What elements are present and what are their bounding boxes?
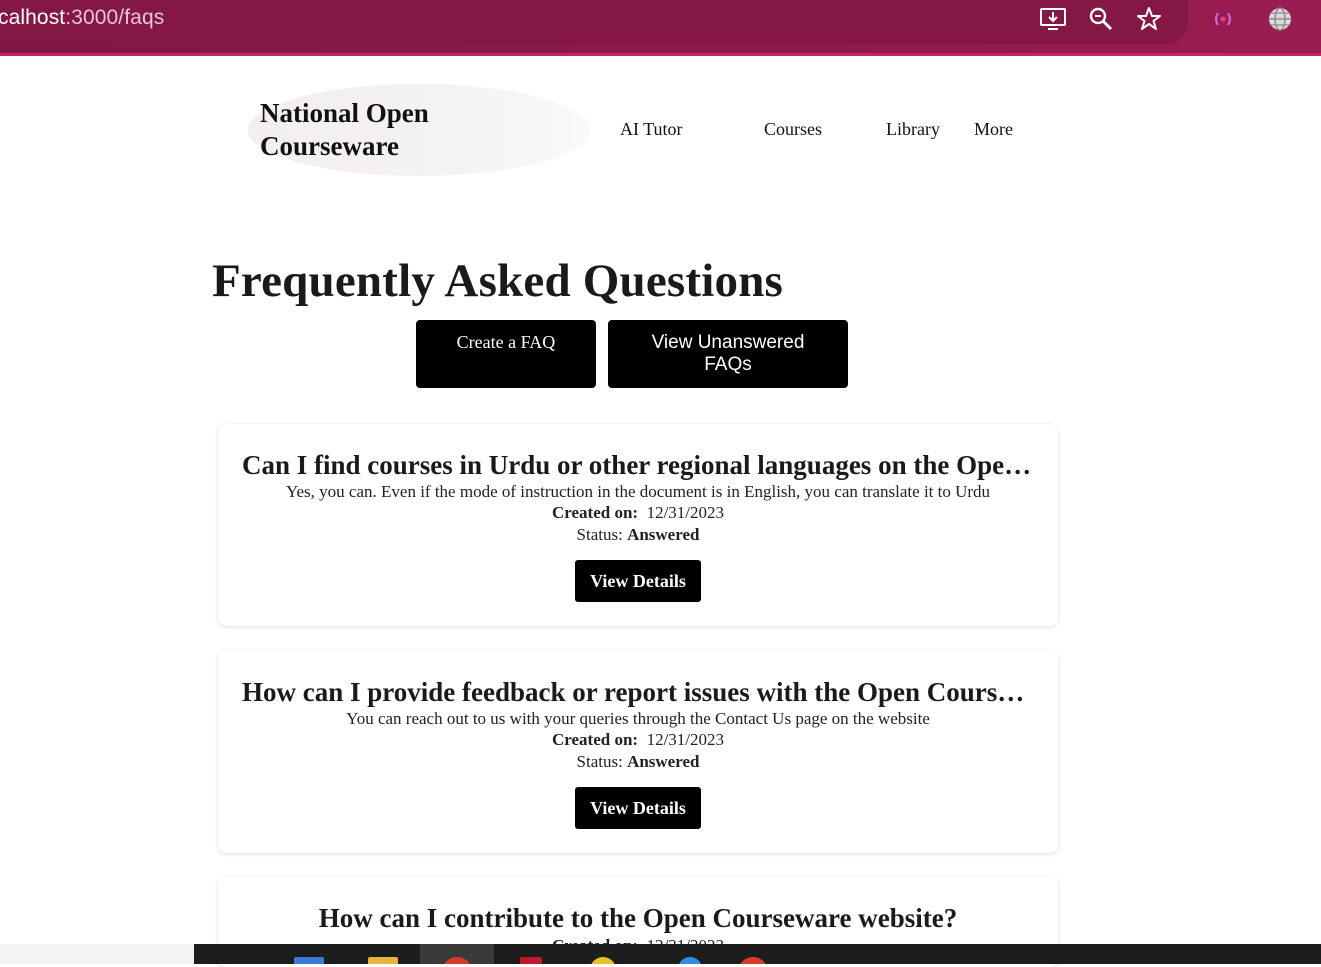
taskbar-app-icon[interactable] (568, 944, 642, 964)
install-app-icon[interactable] (1036, 5, 1070, 33)
taskbar-app-icon[interactable] (272, 944, 346, 964)
url-path: :3000/faqs (65, 6, 165, 29)
created-date: 12/31/2023 (646, 503, 725, 522)
status-value: Answered (627, 752, 700, 771)
faq-question: How can I contribute to the Open Coursew… (318, 903, 958, 933)
faq-answer: Yes, you can. Even if the mode of instru… (285, 482, 991, 501)
globe-icon[interactable] (1263, 5, 1297, 33)
taskbar (0, 944, 1321, 964)
status-label: Status: (576, 525, 623, 544)
faq-answer: You can reach out to us with your querie… (346, 709, 930, 728)
nav-more[interactable]: More (974, 119, 1013, 140)
extension-icon[interactable] (1206, 5, 1240, 33)
address-bar-icons (1036, 5, 1254, 33)
taskbar-app-icon[interactable] (716, 944, 790, 964)
chrome-icon[interactable] (420, 944, 494, 964)
faq-question: How can I provide feedback or report iss… (242, 677, 1034, 707)
browser-toolbar: calhost:3000/faqs (0, 0, 1321, 53)
zoom-icon[interactable] (1084, 5, 1118, 33)
view-details-button[interactable]: View Details (575, 787, 701, 829)
status-label: Status: (576, 752, 623, 771)
nav-ai-tutor[interactable]: AI Tutor (620, 119, 683, 140)
create-faq-button[interactable]: Create a FAQ (416, 320, 596, 388)
address-bar[interactable]: calhost:3000/faqs (0, 0, 1231, 44)
created-label: Created on: (551, 730, 639, 749)
bookmark-star-icon[interactable] (1132, 5, 1166, 33)
created-date: 12/31/2023 (646, 730, 725, 749)
faq-question: Can I find courses in Urdu or other regi… (242, 450, 1034, 480)
url-host: calhost (0, 6, 66, 29)
view-details-button[interactable]: View Details (575, 560, 701, 602)
site-logo[interactable]: National Open Courseware (260, 97, 480, 163)
taskbar-widgets-area[interactable] (0, 944, 194, 964)
nav-courses[interactable]: Courses (764, 119, 822, 140)
taskbar-app-icon[interactable] (494, 944, 568, 964)
faq-card: How can I provide feedback or report iss… (218, 651, 1058, 853)
vscode-icon[interactable] (642, 944, 716, 964)
toolbar-divider (0, 53, 1321, 56)
created-label: Created on: (551, 503, 639, 522)
view-unanswered-faqs-button[interactable]: View Unanswered FAQs (608, 320, 848, 388)
faq-created: Created on: 12/31/2023 (218, 729, 1058, 751)
faq-card: Can I find courses in Urdu or other regi… (218, 424, 1058, 626)
nav-library[interactable]: Library (886, 119, 940, 140)
faq-status: Status: Answered (218, 524, 1058, 546)
page-title: Frequently Asked Questions (212, 255, 784, 307)
faq-status: Status: Answered (218, 751, 1058, 773)
status-value: Answered (627, 525, 700, 544)
url-text[interactable]: calhost:3000/faqs (0, 6, 164, 30)
file-explorer-icon[interactable] (346, 944, 420, 964)
faq-created: Created on: 12/31/2023 (218, 502, 1058, 524)
